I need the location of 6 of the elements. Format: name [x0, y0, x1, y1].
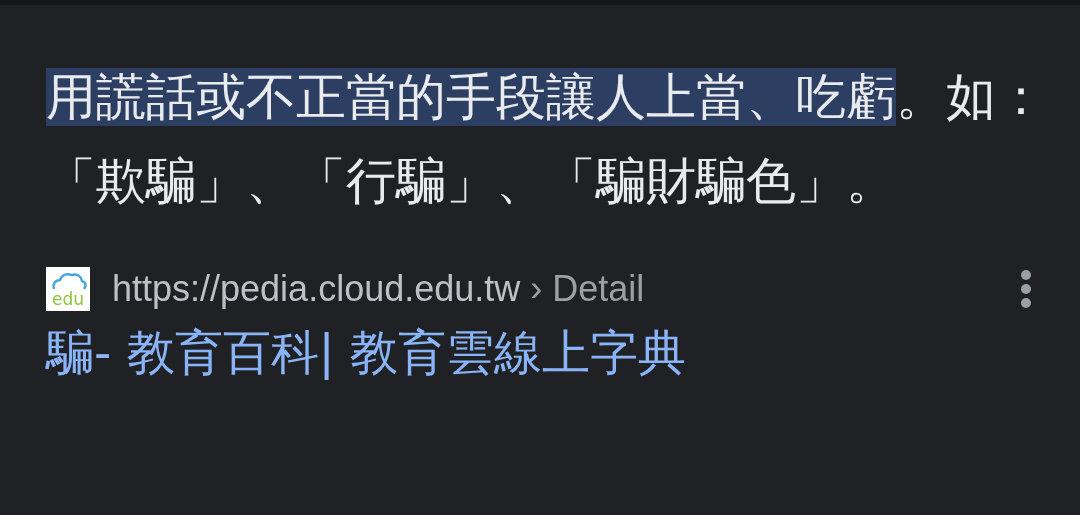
result-url: https://pedia.cloud.edu.tw	[112, 268, 521, 310]
snippet-text: 用謊話或不正當的手段讓人上當、吃虧。如：「欺騙」、「行騙」、「騙財騙色」。	[46, 67, 1046, 212]
breadcrumb: › Detail	[530, 268, 645, 310]
more-options-icon[interactable]	[1020, 269, 1032, 309]
result-title-link[interactable]: 騙- 教育百科| 教育雲線上字典	[46, 321, 1080, 385]
site-logo-icon: edu	[46, 267, 90, 311]
